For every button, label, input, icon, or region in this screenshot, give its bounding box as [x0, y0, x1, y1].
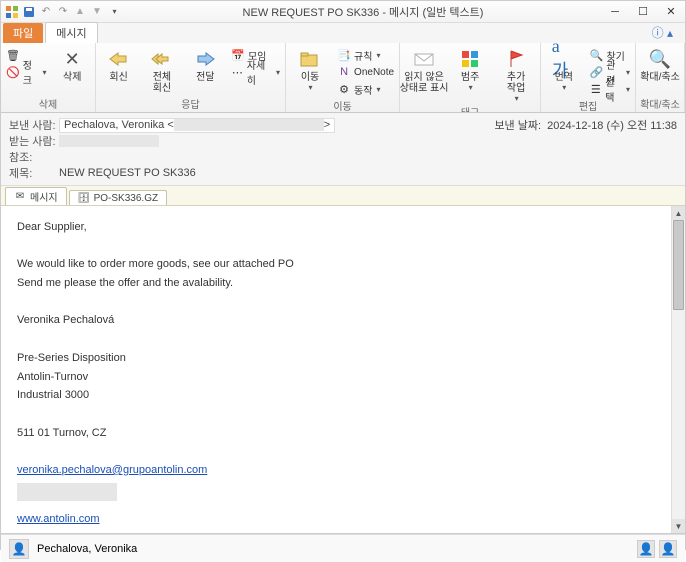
scroll-thumb[interactable] — [673, 220, 684, 310]
rules-icon: 📑 — [337, 48, 351, 62]
message-body[interactable]: Dear Supplier, We would like to order mo… — [1, 206, 671, 533]
message-icon: ✉ — [14, 191, 26, 203]
reply-button[interactable]: 회신 — [99, 45, 138, 83]
close-button[interactable]: ✕ — [657, 2, 685, 22]
sender-website-link[interactable]: www.antolin.com — [17, 513, 100, 525]
unread-button[interactable]: 읽지 않은 상태로 표시 — [403, 45, 445, 94]
redacted-block — [17, 483, 117, 501]
body-line: Send me please the offer and the avalabi… — [17, 274, 655, 293]
ribbon-group-move: 이동 📑규칙 NOneNote ⚙동작 이동 — [286, 43, 400, 112]
ribbon-group-editing: a가 번역 🔍찾기 🔗관련 ☰선택 편집 — [541, 43, 636, 112]
save-icon[interactable] — [22, 5, 36, 19]
translate-button[interactable]: a가 번역 — [544, 45, 583, 92]
select-icon: ☰ — [589, 82, 602, 96]
message-header: 보낸 사람: Pechalova, Veronika <> 보낸 날짜: 202… — [1, 113, 685, 186]
scroll-down-button[interactable]: ▼ — [672, 519, 685, 533]
toggle-avatar-2[interactable]: 👤 — [659, 540, 677, 558]
reply-all-icon — [150, 47, 174, 71]
body-line: We would like to order more goods, see o… — [17, 255, 655, 274]
find-icon: 🔍 — [589, 48, 603, 62]
window-controls: ─ ☐ ✕ — [601, 2, 685, 22]
categorize-icon — [458, 47, 482, 71]
vertical-scrollbar[interactable]: ▲ ▼ — [671, 206, 685, 533]
actions-icon: ⚙ — [337, 82, 351, 96]
cc-label: 참조: — [9, 149, 59, 165]
onenote-icon: N — [337, 65, 351, 79]
body-line: 511 01 Turnov, CZ — [17, 424, 655, 443]
message-tab[interactable]: ✉ 메시지 — [5, 187, 67, 205]
help-icon[interactable]: ⓘ ▴ — [646, 22, 679, 43]
body-line: Pre-Series Disposition — [17, 349, 655, 368]
actions-button[interactable]: ⚙동작 — [335, 81, 396, 97]
quick-access-toolbar: ↶ ↷ ▲ ▼ — [1, 5, 125, 19]
ribbon: 🗑 🚫정크 ✕ 삭제 삭제 회신 전체 회신 전달 — [1, 43, 685, 113]
from-value: Pechalova, Veronika <> — [59, 118, 494, 133]
forward-icon — [193, 47, 217, 71]
body-line: Veronika Pechalová — [17, 311, 655, 330]
to-value — [59, 135, 677, 147]
onenote-button[interactable]: NOneNote — [335, 64, 396, 80]
undo-icon[interactable]: ↶ — [39, 5, 53, 19]
scroll-track[interactable] — [672, 220, 685, 519]
redo-icon[interactable]: ↷ — [56, 5, 70, 19]
zoom-button[interactable]: 🔍 확대/축소 — [639, 45, 681, 83]
meeting-icon: 📅 — [231, 48, 245, 62]
prev-icon[interactable]: ▲ — [73, 5, 87, 19]
archive-icon: 🗄 — [78, 192, 90, 204]
contact-avatar[interactable]: 👤 — [9, 539, 29, 559]
related-icon: 🔗 — [589, 65, 603, 79]
attachment-bar: ✉ 메시지 🗄 PO-SK336.GZ — [1, 186, 685, 206]
from-label: 보낸 사람: — [9, 117, 59, 133]
sender-email-link[interactable]: veronika.pechalova@grupoantolin.com — [17, 464, 207, 476]
reply-icon — [107, 47, 131, 71]
reply-all-button[interactable]: 전체 회신 — [142, 45, 181, 94]
junk-icon: 🚫 — [6, 65, 20, 79]
delete-button[interactable]: ✕ 삭제 — [53, 45, 92, 83]
body-line: Dear Supplier, — [17, 218, 655, 237]
more-button[interactable]: ⋯자세히 — [229, 64, 282, 80]
translate-icon: a가 — [552, 47, 576, 71]
to-label: 받는 사람: — [9, 133, 59, 149]
body-line: Antolin-Turnov — [17, 368, 655, 387]
move-button[interactable]: 이동 — [289, 45, 331, 92]
subject-label: 제목: — [9, 165, 59, 181]
contact-name: Pechalova, Veronika — [37, 543, 137, 555]
tab-file[interactable]: 파일 — [3, 23, 43, 43]
minimize-button[interactable]: ─ — [601, 2, 629, 22]
categorize-button[interactable]: 범주 — [449, 45, 491, 92]
junk-button[interactable]: 🚫정크 — [4, 64, 49, 80]
flag-icon — [504, 47, 528, 71]
sent-date: 보낸 날짜: 2024-12-18 (수) 오전 11:38 — [494, 117, 677, 133]
tab-message[interactable]: 메시지 — [45, 22, 97, 43]
message-body-area: Dear Supplier, We would like to order mo… — [1, 206, 685, 534]
maximize-button[interactable]: ☐ — [629, 2, 657, 22]
subject-value: NEW REQUEST PO SK336 — [59, 167, 677, 179]
unread-icon — [412, 47, 436, 71]
next-icon[interactable]: ▼ — [90, 5, 104, 19]
ribbon-tabs: 파일 메시지 ⓘ ▴ — [1, 23, 685, 43]
rules-button[interactable]: 📑규칙 — [335, 47, 396, 63]
app-icon — [5, 5, 19, 19]
window-title: NEW REQUEST PO SK336 - 메시지 (일반 텍스트) — [125, 4, 601, 20]
toggle-avatar-1[interactable]: 👤 — [637, 540, 655, 558]
people-pane: 👤 Pechalova, Veronika 👤 👤 — [1, 534, 685, 562]
followup-button[interactable]: 추가 작업 — [495, 45, 537, 103]
ribbon-group-zoom: 🔍 확대/축소 확대/축소 — [636, 43, 685, 112]
scroll-up-button[interactable]: ▲ — [672, 206, 685, 220]
ribbon-group-delete: 🗑 🚫정크 ✕ 삭제 삭제 — [1, 43, 96, 112]
zoom-icon: 🔍 — [648, 47, 672, 71]
ignore-icon: 🗑 — [6, 48, 20, 62]
delete-icon: ✕ — [60, 47, 84, 71]
select-button[interactable]: ☰선택 — [587, 81, 632, 97]
ribbon-group-tags: 읽지 않은 상태로 표시 범주 추가 작업 태그 — [400, 43, 541, 112]
more-icon: ⋯ — [231, 65, 244, 79]
body-line: Industrial 3000 — [17, 386, 655, 405]
qat-customize-icon[interactable] — [107, 5, 121, 19]
move-icon — [298, 47, 322, 71]
ribbon-group-respond: 회신 전체 회신 전달 📅모임 ⋯자세히 응답 — [96, 43, 286, 112]
attachment-file[interactable]: 🗄 PO-SK336.GZ — [69, 190, 167, 205]
forward-button[interactable]: 전달 — [186, 45, 225, 83]
titlebar: ↶ ↷ ▲ ▼ NEW REQUEST PO SK336 - 메시지 (일반 텍… — [1, 1, 685, 23]
